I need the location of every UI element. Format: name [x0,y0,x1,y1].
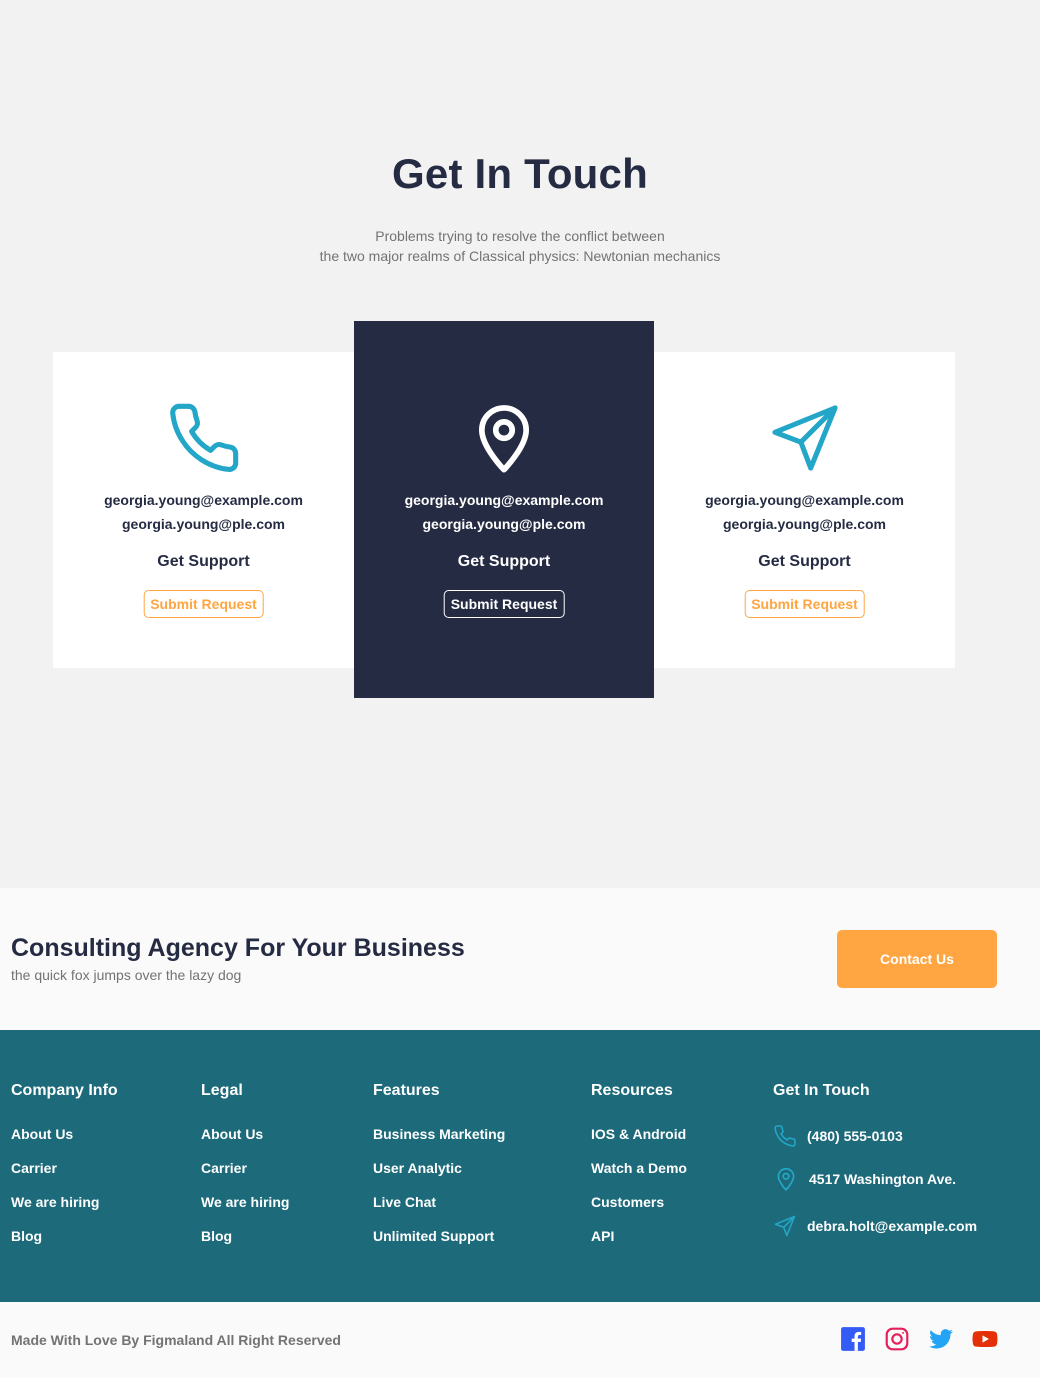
footer-link[interactable]: Blog [201,1227,289,1245]
footer-link[interactable]: IOS & Android [591,1125,687,1143]
footer-link[interactable]: User Analytic [373,1159,505,1177]
footer-column-title: Company Info [11,1082,118,1099]
copyright-text: Made With Love By Figmaland All Right Re… [11,1332,341,1348]
support-email-alt: georgia.young@ple.com [121,516,285,532]
footer-phone[interactable]: (480) 555-0103 [773,1124,903,1148]
card-title: Get Support [457,553,551,570]
cta-title: Consulting Agency For Your Business [11,934,465,962]
footer-column-title: Get In Touch [773,1082,870,1099]
support-email: georgia.young@example.com [104,492,303,508]
hero-subtitle-line: the two major realms of Classical physic… [319,248,721,264]
footer-link[interactable]: Carrier [11,1159,118,1177]
youtube-icon[interactable] [972,1326,998,1352]
footer-column-title: Resources [591,1082,673,1099]
location-pin-icon [478,405,530,473]
footer-link[interactable]: We are hiring [201,1193,289,1211]
footer-column-resources: Resources IOS & Android Watch a Demo Cus… [591,1082,687,1261]
phone-icon [169,403,238,472]
footer-link[interactable]: Blog [11,1227,118,1245]
footer-link[interactable]: Customers [591,1193,687,1211]
footer-column-company-info: Company Info About Us Carrier We are hir… [11,1082,118,1261]
footer-link[interactable]: Unlimited Support [373,1227,505,1245]
footer-column-features: Features Business Marketing User Analyti… [373,1082,505,1261]
footer-email-text: debra.holt@example.com [807,1218,978,1234]
phone-icon [774,1125,796,1147]
footer-address[interactable]: 4517 Washington Ave. [773,1164,956,1194]
hero-subtitle: Problems trying to resolve the conflict … [0,226,1040,266]
hero-subtitle-line: Problems trying to resolve the conflict … [375,228,665,244]
cta-banner: Consulting Agency For Your Business the … [0,888,1040,1030]
paper-plane-icon [771,405,838,471]
footer: Company Info About Us Carrier We are hir… [0,1030,1040,1302]
support-card-message: georgia.young@example.com georgia.young@… [654,352,955,668]
card-title: Get Support [157,553,250,570]
footer-column-contact: Get In Touch (480) 555-0103 4517 Washing… [773,1082,977,1237]
support-email-alt: georgia.young@ple.com [422,516,586,532]
footer-link[interactable]: API [591,1227,687,1245]
footer-column-title: Legal [201,1082,243,1099]
footer-link[interactable]: We are hiring [11,1193,118,1211]
support-card-phone: georgia.young@example.com georgia.young@… [53,352,354,668]
submit-request-button[interactable]: Submit Request [143,590,264,618]
support-email: georgia.young@example.com [404,492,604,508]
instagram-icon[interactable] [884,1326,910,1352]
footer-column-title: Features [373,1082,440,1099]
get-in-touch-section: Get In Touch Problems trying to resolve … [0,0,1040,888]
footer-link[interactable]: Watch a Demo [591,1159,687,1177]
footer-link[interactable]: About Us [11,1125,118,1143]
submit-request-button[interactable]: Submit Request [744,590,865,618]
card-title: Get Support [758,553,851,570]
facebook-icon[interactable] [840,1326,866,1352]
bottom-bar: Made With Love By Figmaland All Right Re… [0,1302,1040,1378]
submit-request-button[interactable]: Submit Request [443,590,565,618]
footer-link[interactable]: Live Chat [373,1193,505,1211]
cta-subtitle: the quick fox jumps over the lazy dog [11,967,242,983]
footer-link[interactable]: Business Marketing [373,1125,505,1143]
support-email: georgia.young@example.com [705,492,904,508]
location-pin-icon [777,1167,795,1191]
footer-address-text: 4517 Washington Ave. [809,1171,957,1187]
support-email-alt: georgia.young@ple.com [722,516,886,532]
footer-link[interactable]: About Us [201,1125,289,1143]
footer-link[interactable]: Carrier [201,1159,289,1177]
footer-column-legal: Legal About Us Carrier We are hiring Blo… [201,1082,289,1261]
page-title: Get In Touch [392,150,648,197]
contact-us-button[interactable]: Contact Us [837,930,997,988]
paper-plane-icon [774,1215,796,1237]
support-card-location: georgia.young@example.com georgia.young@… [354,321,654,698]
footer-phone-text: (480) 555-0103 [807,1128,903,1144]
footer-email[interactable]: debra.holt@example.com [773,1214,977,1238]
twitter-icon[interactable] [928,1326,954,1352]
